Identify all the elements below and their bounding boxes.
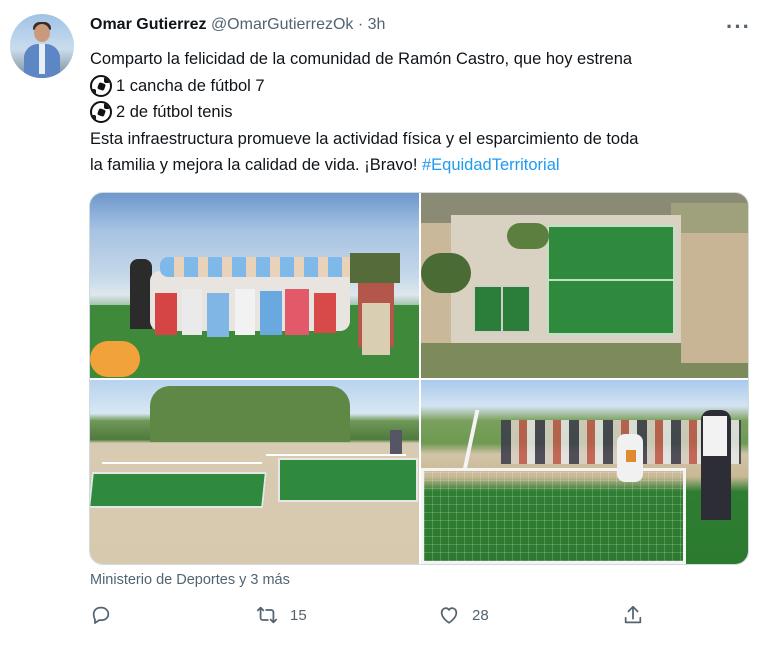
share-button[interactable] (622, 604, 656, 626)
retweet-button[interactable]: 15 (256, 604, 307, 626)
tweet-text: Comparto la felicidad de la comunidad de… (90, 46, 750, 179)
text-line: 1 cancha de fútbol 7 (116, 76, 265, 95)
author-handle[interactable]: @OmarGutierrezOk (211, 16, 353, 33)
photo-ribbon-cutting[interactable] (90, 193, 419, 378)
tweet-header: Omar Gutierrez @OmarGutierrezOk · 3h (90, 16, 385, 34)
timestamp[interactable]: 3h (368, 16, 386, 33)
photo-tennis-courts[interactable] (90, 380, 419, 564)
photo-football-goal[interactable] (421, 380, 748, 564)
photo-aerial-field[interactable] (421, 193, 748, 378)
text-line-emoji: 1 cancha de fútbol 7 (90, 73, 750, 100)
retweet-icon (256, 606, 278, 624)
media-source[interactable]: Ministerio de Deportes y 3 más (90, 572, 290, 588)
text-line-with-hashtag: la familia y mejora la calidad de vida. … (90, 152, 750, 179)
more-icon[interactable]: ··· (726, 14, 751, 40)
text-line: Comparto la felicidad de la comunidad de… (90, 50, 633, 68)
share-icon (624, 605, 642, 624)
like-count: 28 (472, 606, 489, 624)
retweet-count: 15 (290, 606, 307, 624)
separator: · (357, 16, 364, 33)
avatar[interactable] (10, 14, 74, 78)
like-icon (440, 607, 458, 624)
text-line: 2 de fútbol tenis (116, 103, 233, 121)
soccer-ball-icon (90, 74, 112, 97)
action-bar: 15 28 (0, 604, 770, 634)
reply-icon (92, 606, 110, 624)
media-grid (89, 192, 749, 565)
reply-button[interactable] (90, 604, 124, 626)
hashtag-link[interactable]: #EquidadTerritorial (422, 156, 560, 174)
like-button[interactable]: 28 (438, 604, 489, 626)
author-name[interactable]: Omar Gutierrez (90, 16, 206, 33)
text-line: Esta infraestructura promueve la activid… (90, 129, 639, 148)
text-line: la familia y mejora la calidad de vida. … (90, 156, 422, 174)
text-line-emoji: 2 de fútbol tenis (90, 99, 750, 126)
soccer-ball-icon (90, 101, 112, 123)
